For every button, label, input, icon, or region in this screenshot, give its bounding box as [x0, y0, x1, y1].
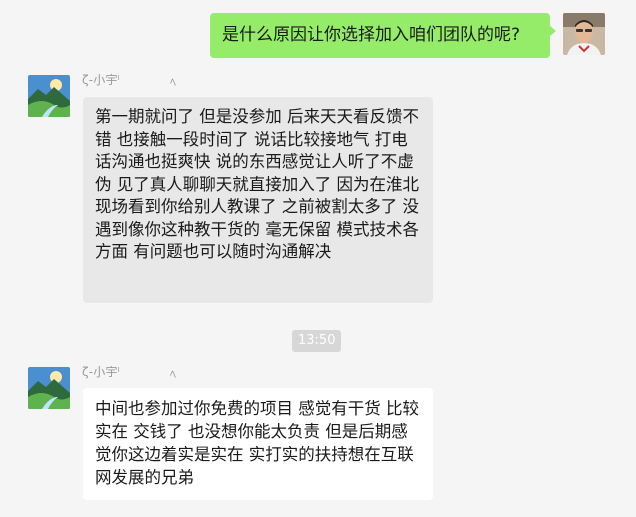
message-text: 第一期就问了 但是没参加 后来天天看反馈不错 也接触一段时间了 说话比较接地气 … — [95, 107, 419, 261]
message-text: 中间也参加过你免费的项目 感觉有干货 比较实在 交钱了 也没想你能太负责 但是后… — [95, 399, 419, 487]
sender-name: ζ-小宇ˡ — [82, 365, 120, 379]
landscape-avatar[interactable] — [28, 75, 70, 117]
chat-panel: 是什么原因让你选择加入咱们团队的呢? ζ-小宇ˡ ﾍ 第一期就问了 但是没参加 … — [0, 0, 636, 517]
outgoing-message-bubble[interactable]: 是什么原因让你选择加入咱们团队的呢? — [210, 13, 556, 58]
sender-name-decoration: ﾍ — [170, 367, 177, 381]
sender-name-decoration: ﾍ — [170, 75, 177, 89]
sender-name: ζ-小宇ˡ — [82, 73, 120, 87]
timestamp-label: 13:50 — [292, 330, 342, 352]
incoming-message-bubble[interactable]: 中间也参加过你免费的项目 感觉有干货 比较实在 交钱了 也没想你能太负责 但是后… — [83, 388, 433, 500]
incoming-message-bubble[interactable]: 第一期就问了 但是没参加 后来天天看反馈不错 也接触一段时间了 说话比较接地气 … — [83, 97, 433, 303]
landscape-image-icon — [28, 75, 70, 117]
landscape-avatar[interactable] — [28, 367, 70, 409]
message-text: 是什么原因让你选择加入咱们团队的呢? — [222, 25, 521, 45]
bubble-tail — [549, 25, 556, 37]
user-photo-avatar[interactable] — [563, 13, 605, 55]
person-photo-icon — [563, 13, 605, 55]
landscape-image-icon — [28, 367, 70, 409]
